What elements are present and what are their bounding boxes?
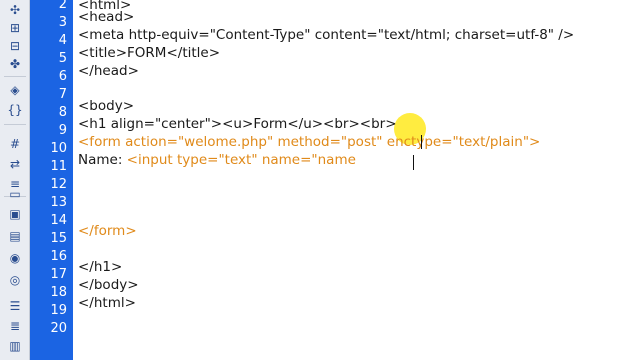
- title-text: FORM: [127, 45, 167, 61]
- balance-braces-icon[interactable]: {}: [6, 102, 24, 118]
- line-number: 10: [50, 141, 67, 156]
- select-parent-icon[interactable]: ◈: [6, 82, 24, 98]
- meta-tag: <meta http-equiv="Content-Type" content=…: [78, 27, 575, 43]
- line-numbers-icon[interactable]: #: [6, 136, 24, 152]
- toolbar-divider: [4, 76, 26, 77]
- highlight-invalid-icon[interactable]: ⇄: [6, 156, 24, 172]
- line-number: 16: [50, 249, 67, 264]
- html-close-tag: </html>: [78, 295, 136, 311]
- title-open-tag: <title>: [78, 45, 128, 61]
- line-number: 12: [50, 177, 67, 192]
- line-number: 7: [58, 87, 67, 102]
- name-label-text: Name:: [78, 152, 127, 168]
- line-number: 15: [50, 231, 67, 246]
- code-line-15: </form>: [78, 222, 137, 240]
- line-number: 9: [58, 123, 67, 138]
- line-number-gutter: 2 3 4 5 6 7 8 9 10 11 12 13 14 15 16 17 …: [30, 0, 73, 360]
- code-line-9: <h1 align="center"><u>Form</u><br><br>: [78, 115, 397, 133]
- form-close-tag: </form>: [78, 223, 137, 239]
- code-editor[interactable]: <html> <head> <meta http-equiv="Content-…: [73, 0, 640, 360]
- coding-toolbar: ✣ ⊞ ⊟ ✤ ◈ {} # ⇄ ≡ ▭ ▣ ▤ ◉ ◎ ☰ ≣ ▥: [0, 0, 30, 360]
- line-number: 6: [58, 69, 67, 84]
- line-number: 14: [50, 213, 67, 228]
- expand-all-icon[interactable]: ✤: [6, 56, 24, 72]
- line-number: 13: [50, 195, 67, 210]
- code-line-18: </body>: [78, 276, 139, 294]
- body-close-tag: </body>: [78, 277, 139, 293]
- line-number: 19: [50, 303, 67, 318]
- toolbar-divider: [4, 124, 26, 125]
- line-number: 11: [50, 159, 67, 174]
- recent-snippets-icon[interactable]: ◉: [6, 250, 24, 266]
- line-number: 3: [58, 15, 67, 30]
- line-number: 17: [50, 267, 67, 282]
- line-number: 4: [58, 33, 67, 48]
- h1-u-open-tags: <h1 align="center"><u>: [78, 116, 254, 132]
- code-line-8: <body>: [78, 97, 134, 115]
- head-open-tag: <head>: [78, 9, 135, 25]
- code-line-19: </html>: [78, 294, 136, 312]
- title-close-tag: </title>: [166, 45, 221, 61]
- code-line-6: </head>: [78, 62, 139, 80]
- u-close-br-tags: </u><br><br>: [287, 116, 397, 132]
- mouse-ibeam-cursor: [421, 135, 422, 149]
- code-collapse-icon[interactable]: ⊞: [6, 20, 24, 36]
- collapse-selection-icon[interactable]: ⊟: [6, 38, 24, 54]
- code-line-5: <title>FORM</title>: [78, 44, 220, 62]
- code-line-11: Name: <input type="text" name="name: [78, 151, 356, 169]
- wrap-tag-icon[interactable]: ▤: [6, 228, 24, 244]
- input-tag: <input type="text" name="name: [126, 152, 356, 168]
- text-caret: [413, 155, 414, 170]
- code-line-3: <head>: [78, 8, 134, 26]
- outdent-icon[interactable]: ≣: [6, 318, 24, 334]
- line-number: 20: [50, 321, 67, 336]
- remove-comment-icon[interactable]: ▣: [6, 206, 24, 222]
- expand-icon[interactable]: ✣: [6, 2, 24, 18]
- form-open-tag: <form action="welome.php" method="post" …: [78, 134, 541, 150]
- line-number: 8: [58, 105, 67, 120]
- line-number: 2: [58, 0, 67, 12]
- indent-icon[interactable]: ☰: [6, 298, 24, 314]
- apply-comment-icon[interactable]: ▭: [6, 186, 24, 202]
- move-css-icon[interactable]: ◎: [6, 272, 24, 288]
- code-line-10: <form action="welome.php" method="post" …: [78, 133, 540, 151]
- code-line-17: </h1>: [78, 258, 122, 276]
- line-number: 18: [50, 285, 67, 300]
- heading-text: Form: [253, 116, 288, 132]
- format-source-icon[interactable]: ▥: [6, 338, 24, 354]
- line-number: 5: [58, 51, 67, 66]
- code-line-4: <meta http-equiv="Content-Type" content=…: [78, 26, 574, 44]
- head-close-tag: </head>: [78, 63, 139, 79]
- h1-close-tag: </h1>: [78, 259, 123, 275]
- body-open-tag: <body>: [78, 98, 135, 114]
